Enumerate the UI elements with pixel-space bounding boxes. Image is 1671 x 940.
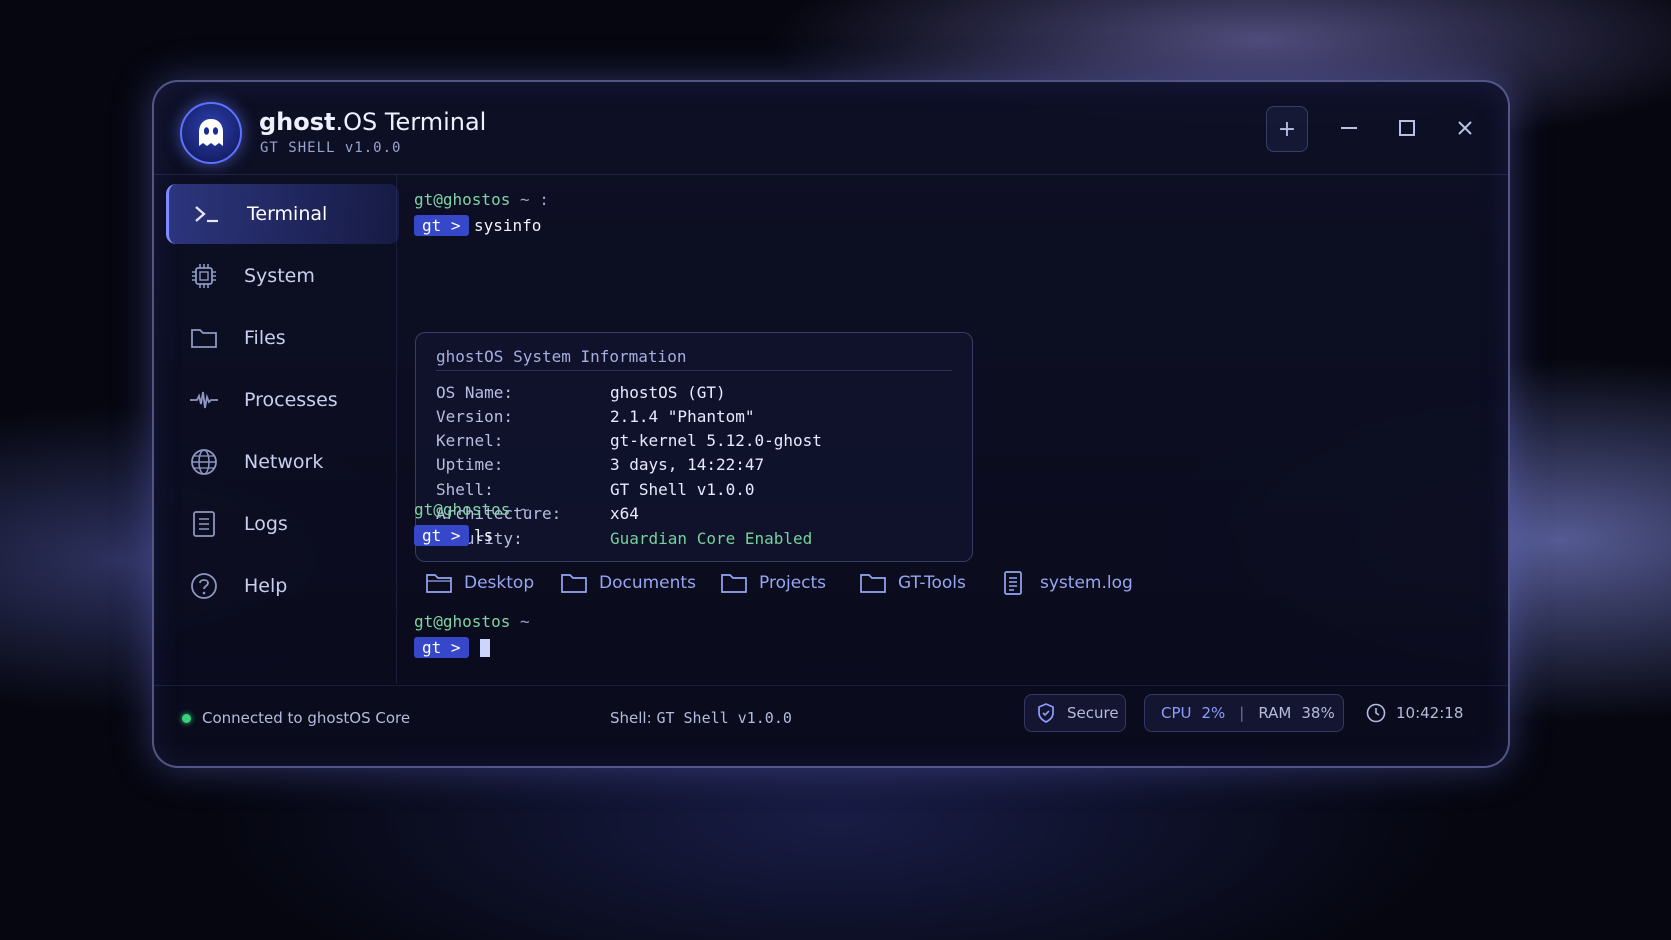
- divider: |: [1239, 704, 1245, 722]
- terminal-icon: [191, 198, 223, 230]
- command-text: ls: [474, 526, 494, 545]
- title-bar: ghost.OS Terminal GT SHELL v1.0.0 +: [154, 82, 1508, 175]
- ls-entry-documents[interactable]: Documents: [561, 570, 696, 596]
- minimize-icon: [1341, 127, 1357, 129]
- sidebar: Terminal System Files Processes Network: [154, 174, 399, 684]
- sysinfo-title: ghostOS System Information: [436, 347, 687, 366]
- sidebar-item-logs[interactable]: Logs: [166, 494, 396, 554]
- sidebar-item-label: System: [244, 265, 315, 287]
- ghost-logo-icon: [180, 102, 242, 164]
- pulse-icon: [188, 384, 220, 416]
- sysinfo-row: Version: 2.1.4 "Phantom": [436, 407, 755, 426]
- folder-icon: [426, 572, 452, 594]
- plus-icon: +: [1277, 116, 1297, 142]
- sidebar-item-label: Network: [244, 451, 324, 473]
- maximize-icon: [1399, 120, 1415, 136]
- prompt-badge: gt >: [414, 637, 469, 658]
- app-subtitle: GT SHELL v1.0.0: [260, 140, 402, 156]
- prompt-host: gt@ghostos ~: [414, 500, 530, 519]
- shell-info: Shell: GT Shell v1.0.0: [610, 709, 792, 727]
- divider: [436, 370, 952, 371]
- terminal-window: ghost.OS Terminal GT SHELL v1.0.0 + Term…: [152, 80, 1510, 768]
- clock: 10:42:18: [1366, 700, 1463, 726]
- ls-entry-desktop[interactable]: Desktop: [426, 570, 534, 596]
- chip-icon: [188, 260, 220, 292]
- sidebar-item-label: Files: [244, 327, 286, 349]
- cpu-label: CPU: [1161, 704, 1192, 722]
- minimize-button[interactable]: [1324, 106, 1374, 150]
- secure-label: Secure: [1067, 704, 1119, 722]
- sidebar-item-terminal[interactable]: Terminal: [166, 184, 399, 244]
- connection-status-dot: [182, 714, 191, 723]
- command-text: sysinfo: [474, 216, 542, 235]
- file-icon: [1002, 571, 1028, 595]
- connection-status: Connected to ghostOS Core: [202, 709, 411, 727]
- sidebar-item-help[interactable]: Help: [166, 556, 396, 616]
- resource-usage[interactable]: CPU 2% | RAM 38%: [1144, 694, 1344, 732]
- text-cursor[interactable]: [480, 639, 490, 657]
- ls-entry-gt-tools[interactable]: GT-Tools: [860, 570, 966, 596]
- cpu-value: 2%: [1201, 704, 1226, 722]
- ram-label: RAM: [1258, 704, 1292, 722]
- prompt-host: gt@ghostos ~: [414, 612, 530, 631]
- prompt-host: gt@ghostos ~ :: [414, 190, 549, 209]
- sysinfo-row: Security: Guardian Core Enabled: [436, 529, 813, 548]
- sidebar-item-files[interactable]: Files: [166, 308, 396, 368]
- sidebar-item-processes[interactable]: Processes: [166, 370, 396, 430]
- sidebar-item-label: Terminal: [247, 203, 328, 225]
- prompt-badge: gt >: [414, 215, 469, 236]
- ls-entry-system-log[interactable]: system.log: [1002, 570, 1133, 596]
- ram-value: 38%: [1301, 704, 1335, 722]
- sidebar-item-label: Help: [244, 575, 288, 597]
- sidebar-item-label: Logs: [244, 513, 288, 535]
- app-title: ghost.OS Terminal: [259, 108, 487, 136]
- globe-icon: [188, 446, 220, 478]
- sidebar-item-system[interactable]: System: [166, 246, 396, 306]
- sysinfo-row: OS Name: ghostOS (GT): [436, 383, 726, 402]
- document-icon: [188, 508, 220, 540]
- folder-icon: [860, 572, 886, 594]
- clock-icon: [1366, 703, 1386, 723]
- secure-badge[interactable]: Secure: [1024, 694, 1126, 732]
- close-button[interactable]: [1440, 106, 1490, 150]
- prompt-badge: gt >: [414, 525, 469, 546]
- maximize-button[interactable]: [1382, 106, 1432, 150]
- folder-icon: [721, 572, 747, 594]
- sysinfo-row: Uptime: 3 days, 14:22:47: [436, 455, 765, 474]
- new-tab-button[interactable]: +: [1266, 106, 1308, 152]
- folder-icon: [188, 322, 220, 354]
- clock-time: 10:42:18: [1396, 704, 1464, 722]
- sysinfo-row: Shell: GT Shell v1.0.0: [436, 480, 755, 499]
- help-icon: [188, 570, 220, 602]
- sidebar-item-label: Processes: [244, 389, 338, 411]
- sidebar-item-network[interactable]: Network: [166, 432, 396, 492]
- ls-entry-projects[interactable]: Projects: [721, 570, 826, 596]
- status-bar: Connected to ghostOS Core Shell: GT Shel…: [154, 685, 1508, 766]
- close-icon: [1458, 121, 1472, 135]
- sysinfo-panel: ghostOS System Information OS Name: ghost…: [415, 332, 973, 562]
- folder-icon: [561, 572, 587, 594]
- shield-icon: [1037, 703, 1055, 723]
- terminal-output[interactable]: gt@ghostos ~ : gt > sysinfo ghostOS Syst…: [404, 174, 1504, 684]
- sysinfo-row: Kernel: gt-kernel 5.12.0-ghost: [436, 431, 822, 450]
